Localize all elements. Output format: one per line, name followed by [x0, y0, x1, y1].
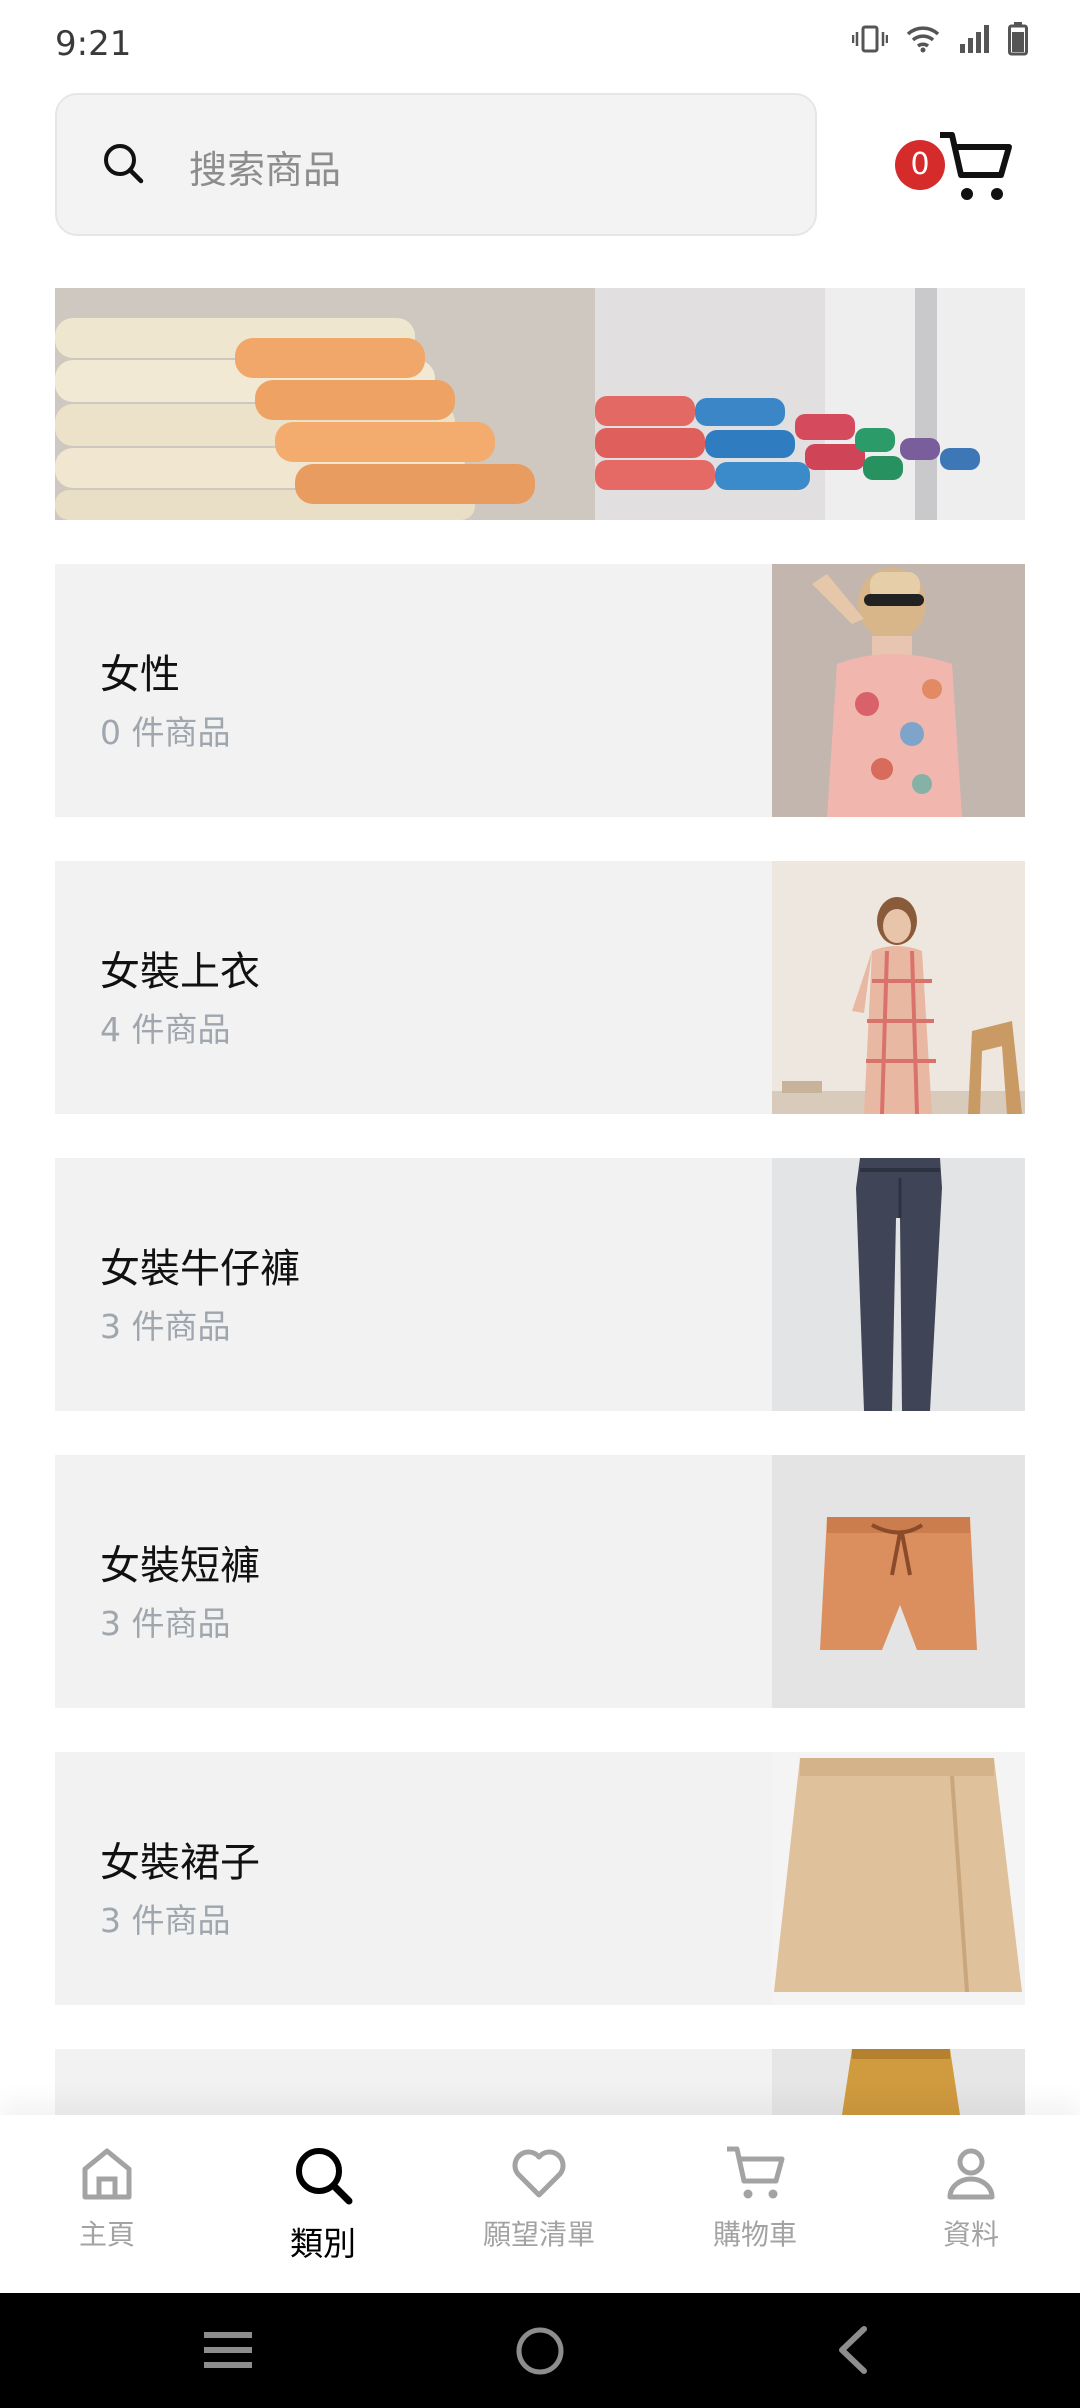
nav-profile[interactable]: 資料	[881, 2143, 1061, 2253]
status-bar: 9:21	[0, 0, 1080, 88]
wifi-icon	[906, 26, 940, 53]
home-circle-icon[interactable]	[514, 2325, 566, 2377]
search-icon	[296, 2148, 353, 2205]
system-nav-bar	[0, 2293, 1080, 2408]
cart-icon	[940, 132, 1012, 200]
nav-label: 願望清單	[482, 2218, 595, 2251]
heart-icon	[512, 2149, 566, 2198]
category-name: 女裝牛仔褲	[100, 1246, 300, 1292]
home-icon	[82, 2148, 132, 2200]
category-count: 4 件商品	[100, 1010, 231, 1049]
category-count: 0 件商品	[100, 713, 231, 752]
category-count: 3 件商品	[100, 1901, 231, 1940]
category-card[interactable]: 女性 0 件商品	[55, 564, 1025, 817]
bottom-nav: 主頁 類別 願望清單 購物車 資料	[0, 2115, 1080, 2293]
nav-label: 資料	[942, 2218, 999, 2251]
nav-label: 主頁	[78, 2218, 135, 2251]
status-time: 9:21	[55, 24, 132, 64]
battery-icon	[1008, 22, 1028, 56]
status-icons	[852, 22, 1028, 56]
category-card[interactable]: 女裝裙子 3 件商品	[55, 1752, 1025, 2005]
category-image	[772, 564, 1025, 817]
category-image	[772, 861, 1025, 1114]
signal-icon	[960, 25, 989, 53]
category-name: 女性	[100, 652, 180, 698]
category-image	[772, 1752, 1025, 2005]
category-card[interactable]: 女裝上衣 4 件商品	[55, 861, 1025, 1114]
category-name: 女裝短褲	[100, 1543, 260, 1589]
nav-categories[interactable]: 類別	[233, 2143, 413, 2265]
nav-cart[interactable]: 購物車	[665, 2143, 845, 2253]
category-count: 3 件商品	[100, 1307, 231, 1346]
person-icon	[947, 2148, 995, 2200]
menu-icon[interactable]	[202, 2325, 254, 2375]
nav-label: 類別	[290, 2224, 356, 2263]
category-count: 3 件商品	[100, 1604, 231, 1643]
category-name: 女裝裙子	[100, 1840, 260, 1886]
promo-banner[interactable]	[55, 288, 1025, 520]
nav-home[interactable]: 主頁	[17, 2143, 197, 2253]
search-input[interactable]: 搜索商品	[55, 93, 817, 236]
category-image	[772, 2049, 1025, 2115]
category-image	[772, 1158, 1025, 1411]
nav-label: 購物車	[712, 2218, 797, 2251]
category-image	[772, 1455, 1025, 1708]
category-card[interactable]: 女裝短褲 3 件商品	[55, 1455, 1025, 1708]
category-name: 女裝上衣	[100, 949, 260, 995]
nav-wishlist[interactable]: 願望清單	[449, 2143, 629, 2253]
vibrate-icon	[852, 25, 888, 53]
search-icon	[104, 144, 144, 184]
cart-button[interactable]: 0	[895, 130, 1025, 210]
category-card[interactable]: 女裝牛仔褲 3 件商品	[55, 1158, 1025, 1411]
search-placeholder: 搜索商品	[189, 148, 342, 192]
back-icon[interactable]	[832, 2325, 872, 2375]
category-card[interactable]	[55, 2049, 1025, 2115]
cart-icon	[727, 2146, 785, 2199]
banner-image	[55, 288, 1025, 520]
